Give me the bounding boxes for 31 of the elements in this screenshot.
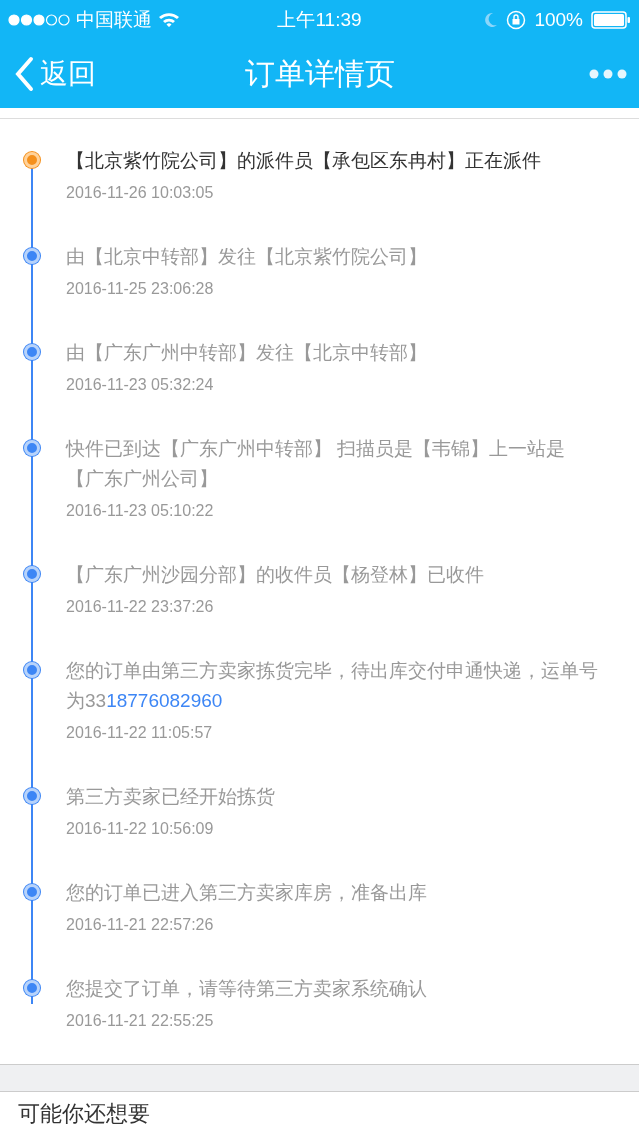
tracking-time: 2016-11-22 10:56:09: [66, 819, 215, 839]
wifi-icon: [158, 12, 180, 28]
tracking-time: 2016-11-22 11:05:57: [66, 723, 214, 743]
tracking-message: 您的订单已进入第三方卖家库房，准备出库: [66, 881, 427, 905]
more-icon[interactable]: [589, 69, 627, 79]
section-title: 可能你还想要: [0, 1091, 639, 1128]
moon-icon: [484, 12, 499, 28]
back-button[interactable]: 返回: [14, 55, 96, 93]
clock-time: 上午11:39: [277, 9, 362, 30]
signal-icon: [8, 14, 70, 26]
tracking-time: 2016-11-21 22:55:25: [66, 1011, 215, 1031]
tracking-message: 由【北京中转部】发往【北京紫竹院公司】: [66, 245, 427, 269]
battery-percent: 100%: [534, 9, 583, 31]
tracking-message: 第三方卖家已经开始拣货: [66, 785, 275, 809]
tracking-time: 2016-11-25 23:06:28: [66, 279, 215, 299]
tracking-time: 2016-11-23 05:10:22: [66, 501, 215, 521]
rotation-lock-icon: [506, 10, 527, 30]
tracking-message: 您的订单由第三方卖家拣货完毕，待出库交付申通快递，运单号为3318776082960: [66, 659, 599, 713]
tracking-message: 您提交了订单，请等待第三方卖家系统确认: [66, 977, 427, 1001]
tracking-message: 【广东广州沙园分部】的收件员【杨登林】已收件: [66, 563, 484, 587]
tracking-message: 【北京紫竹院公司】的派件员【承包区东冉村】正在派件: [66, 149, 541, 173]
tracking-message: 由【广东广州中转部】发往【北京中转部】: [66, 341, 427, 365]
tracking-time: 2016-11-21 22:57:26: [66, 915, 215, 935]
tracking-time: 2016-11-22 23:37:26: [66, 597, 215, 617]
carrier-name: 中国联通: [76, 8, 152, 32]
tracking-message: 快件已到达【广东广州中转部】 扫描员是【韦锦】上一站是【广东广州公司】: [66, 437, 567, 491]
tracking-time: 2016-11-23 05:32:24: [66, 375, 215, 395]
page-title: 订单详情页: [244, 56, 395, 90]
tracking-time: 2016-11-26 10:03:05: [66, 183, 215, 203]
tracking-number-link[interactable]: 18776082960: [106, 690, 223, 711]
battery-icon: [591, 11, 631, 29]
